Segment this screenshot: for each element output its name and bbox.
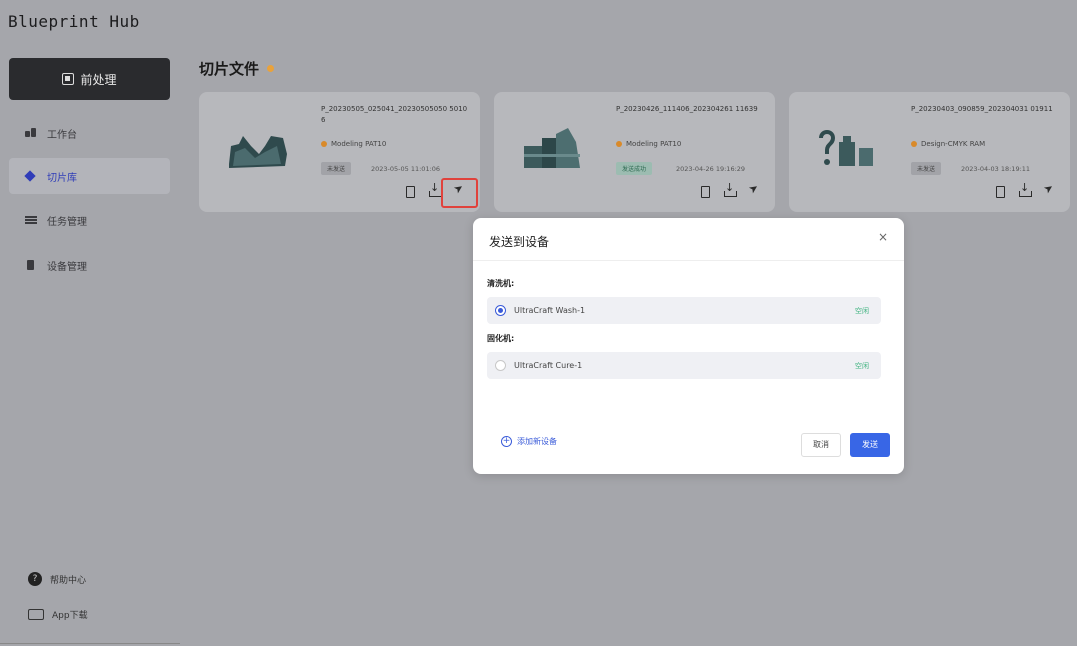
- delete-icon[interactable]: [698, 184, 711, 198]
- divider: [0, 643, 180, 644]
- printer-icon: [616, 141, 622, 147]
- device-name: UltraCraft Wash-1: [514, 306, 586, 315]
- send-button-highlight: [441, 178, 478, 208]
- timestamp: 2023-04-26 19:16:29: [676, 165, 746, 173]
- cancel-button[interactable]: 取消: [801, 433, 841, 457]
- slice-file-card[interactable]: P_20230403_090859_202304031 01911 Design…: [789, 92, 1070, 212]
- delete-icon[interactable]: [993, 184, 1006, 198]
- model-thumbnail: [229, 136, 287, 168]
- task-list-icon: [25, 215, 37, 225]
- card-actions: [993, 181, 1056, 198]
- slice-file-card[interactable]: P_20230505_025041_20230505050 50106 Mode…: [199, 92, 480, 212]
- app-download-icon: [28, 609, 44, 620]
- timestamp: 2023-05-05 11:01:06: [371, 165, 441, 173]
- file-name: P_20230403_090859_202304031 01911: [911, 105, 1053, 113]
- sidebar-item-slice-library[interactable]: 切片库: [9, 158, 170, 194]
- printer-label: Design-CMYK RAM: [911, 140, 985, 148]
- send-icon[interactable]: [748, 184, 761, 197]
- status-badge: 未发送: [911, 162, 942, 175]
- dialog-title: 发送到设备: [489, 235, 550, 249]
- device-icon: [25, 260, 37, 270]
- model-thumbnail: [524, 128, 580, 168]
- close-icon[interactable]: ×: [878, 230, 888, 244]
- printer-name: Modeling PAT10: [626, 140, 682, 148]
- preprocess-label: 前处理: [80, 72, 117, 87]
- send-icon[interactable]: [1043, 184, 1056, 197]
- help-label: 帮助中心: [50, 575, 87, 586]
- add-device-label: 添加新设备: [517, 437, 557, 446]
- app-title: Blueprint Hub: [8, 12, 140, 31]
- sidebar-item-workbench[interactable]: 工作台: [9, 115, 170, 151]
- device-name: UltraCraft Cure-1: [514, 361, 583, 370]
- printer-icon: [321, 141, 327, 147]
- device-status: 空闲: [855, 361, 869, 370]
- curer-group-label: 固化机:: [487, 334, 515, 343]
- preprocess-icon: [62, 73, 75, 85]
- printer-name: Modeling PAT10: [331, 140, 387, 148]
- send-to-device-dialog: 发送到设备 × 清洗机: UltraCraft Wash-1 空闲 固化机: U…: [473, 218, 904, 474]
- download-icon[interactable]: [723, 181, 737, 197]
- printer-label: Modeling PAT10: [616, 140, 681, 148]
- file-name: P_20230505_025041_20230505050 50106: [321, 105, 468, 124]
- printer-name: Design-CMYK RAM: [921, 140, 986, 148]
- sidebar: Blueprint Hub 前处理 工作台 切片库 任务管理 设备管理 ? 帮助…: [0, 0, 180, 646]
- device-status: 空闲: [855, 306, 869, 315]
- divider: [473, 260, 904, 261]
- model-thumbnail: [819, 130, 873, 166]
- send-button[interactable]: 发送: [850, 433, 890, 457]
- printer-label: Modeling PAT10: [321, 140, 386, 148]
- page-title-text: 切片文件: [199, 60, 260, 78]
- timestamp: 2023-04-03 18:19:11: [961, 165, 1031, 173]
- plus-icon: +: [501, 436, 512, 447]
- washer-group-label: 清洗机:: [487, 279, 515, 288]
- workbench-icon: [25, 128, 37, 138]
- status-badge: 未发送: [321, 162, 352, 175]
- page-title: 切片文件: [199, 58, 275, 79]
- sidebar-item-label: 任务管理: [47, 216, 87, 228]
- status-badge: 发送成功: [616, 162, 653, 175]
- download-icon[interactable]: [428, 181, 442, 197]
- radio-button[interactable]: [495, 360, 506, 371]
- preprocess-button[interactable]: 前处理: [9, 58, 170, 100]
- sidebar-item-label: 工作台: [47, 129, 77, 141]
- app-download-link[interactable]: App下载: [28, 608, 88, 621]
- sidebar-item-task-management[interactable]: 任务管理: [9, 202, 170, 238]
- help-center-link[interactable]: ? 帮助中心: [28, 572, 86, 586]
- help-icon: ?: [28, 572, 42, 586]
- radio-button[interactable]: [495, 305, 506, 316]
- sidebar-item-label: 设备管理: [47, 261, 87, 273]
- printer-icon: [911, 141, 917, 147]
- device-option-cure[interactable]: UltraCraft Cure-1 空闲: [487, 352, 881, 379]
- sidebar-item-label: 切片库: [47, 172, 77, 184]
- slice-file-card[interactable]: P_20230426_111406_202304261 11639 Modeli…: [494, 92, 775, 212]
- add-device-link[interactable]: + 添加新设备: [501, 436, 557, 447]
- sidebar-item-device-management[interactable]: 设备管理: [9, 247, 170, 283]
- file-name: P_20230426_111406_202304261 11639: [616, 105, 758, 113]
- download-icon[interactable]: [1018, 181, 1032, 197]
- device-option-wash[interactable]: UltraCraft Wash-1 空闲: [487, 297, 881, 324]
- app-download-label: App下载: [52, 611, 88, 621]
- delete-icon[interactable]: [403, 184, 416, 198]
- card-actions: [698, 181, 761, 198]
- status-dot: [267, 65, 275, 72]
- slice-library-icon: [25, 171, 37, 181]
